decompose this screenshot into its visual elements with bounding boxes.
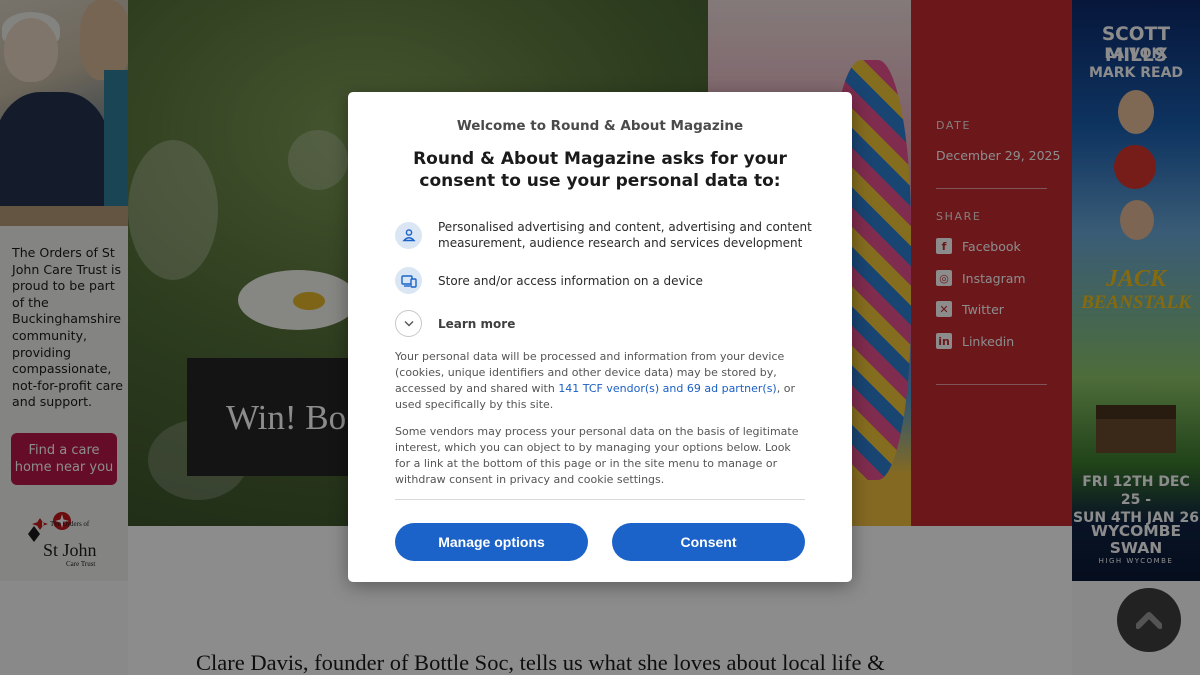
consent-paragraph-2: Some vendors may process your personal d… — [395, 425, 799, 486]
learn-more-toggle[interactable]: Learn more — [395, 310, 515, 337]
consent-paragraph-1: Your personal data will be processed and… — [395, 350, 795, 411]
learn-more-label[interactable]: Learn more — [438, 317, 515, 331]
purpose-text: Personalised advertising and content, ad… — [438, 220, 812, 250]
dialog-headline: Round & About Magazine asks for your con… — [413, 149, 787, 191]
consent-dialog: Welcome to Round & About Magazine Round … — [348, 92, 852, 582]
manage-options-button[interactable]: Manage options — [395, 523, 588, 561]
dialog-divider — [395, 499, 805, 500]
vendors-link[interactable]: 141 TCF vendor(s) and 69 ad partner(s) — [558, 382, 776, 395]
person-icon — [395, 221, 422, 249]
chevron-down-icon[interactable] — [395, 310, 422, 337]
purpose-item: Store and/or access information on a dev… — [395, 267, 818, 294]
dialog-welcome: Welcome to Round & About Magazine — [456, 118, 744, 134]
consent-button[interactable]: Consent — [612, 523, 805, 561]
purpose-text: Store and/or access information on a dev… — [438, 273, 703, 288]
purpose-item: Personalised advertising and content, ad… — [395, 219, 818, 251]
device-icon — [395, 267, 422, 294]
